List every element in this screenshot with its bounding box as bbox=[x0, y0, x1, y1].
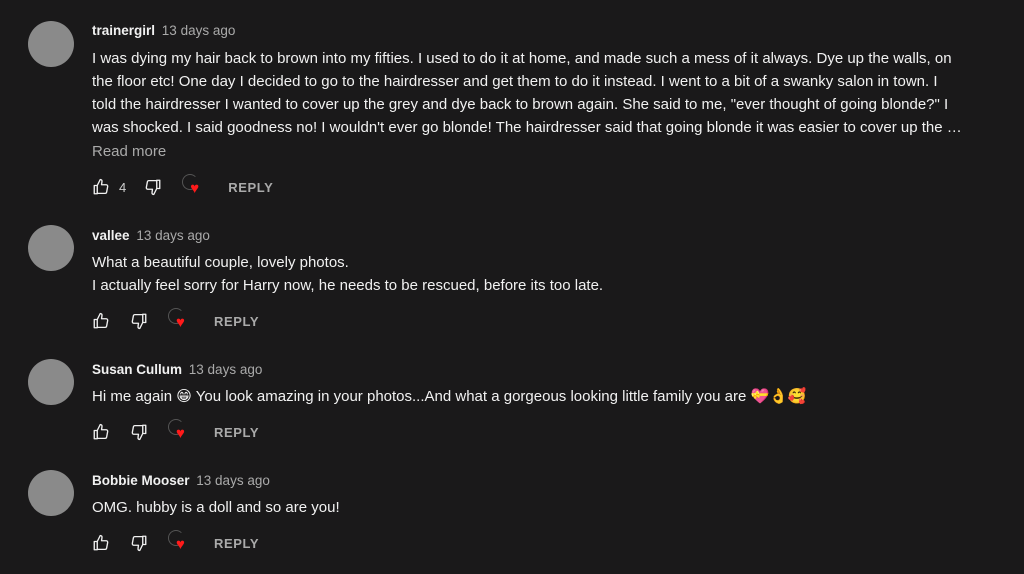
comment-text: Hi me again 😁 You look amazing in your p… bbox=[92, 385, 1012, 408]
comment-actions: ♥ REPLY bbox=[92, 419, 259, 445]
comment-text: OMG. hubby is a doll and so are you! bbox=[92, 496, 1012, 519]
creator-heart: ♥ bbox=[180, 174, 206, 200]
comment-actions: ♥ REPLY bbox=[92, 308, 259, 334]
comment-line: What a beautiful couple, lovely photos. bbox=[92, 254, 349, 271]
heart-icon: ♥ bbox=[176, 536, 185, 553]
thumbs-up-icon bbox=[92, 312, 110, 330]
author-name[interactable]: trainergirl bbox=[92, 23, 155, 38]
comment-line: I was dying my hair back to brown into m… bbox=[92, 50, 952, 67]
creator-heart: ♥ bbox=[166, 530, 192, 556]
heart-icon: ♥ bbox=[176, 425, 185, 442]
comment-header: Bobbie Mooser 13 days ago bbox=[92, 473, 270, 488]
emoji-group: 💝👌🥰 bbox=[750, 388, 807, 405]
reply-button[interactable]: REPLY bbox=[214, 425, 259, 440]
thumbs-down-icon bbox=[144, 178, 162, 196]
reply-button[interactable]: REPLY bbox=[214, 314, 259, 329]
reply-button[interactable]: REPLY bbox=[228, 180, 273, 195]
comment-header: vallee 13 days ago bbox=[92, 228, 210, 243]
comment-timestamp[interactable]: 13 days ago bbox=[196, 473, 270, 488]
dislike-button[interactable] bbox=[130, 312, 148, 330]
like-button[interactable] bbox=[92, 534, 110, 552]
comment-text-part: Hi me again bbox=[92, 388, 177, 405]
comment-actions: 4 ♥ REPLY bbox=[92, 174, 273, 200]
avatar[interactable] bbox=[28, 359, 74, 405]
thumbs-down-icon bbox=[130, 423, 148, 441]
like-button[interactable] bbox=[92, 423, 110, 441]
comment-line: was shocked. I said goodness no! I would… bbox=[92, 119, 962, 136]
comment-text-part: You look amazing in your photos...And wh… bbox=[191, 388, 751, 405]
dislike-button[interactable] bbox=[130, 423, 148, 441]
creator-heart: ♥ bbox=[166, 419, 192, 445]
comment-line: told the hairdresser I wanted to cover u… bbox=[92, 96, 949, 113]
like-button[interactable] bbox=[92, 312, 110, 330]
author-name[interactable]: vallee bbox=[92, 228, 130, 243]
thumbs-up-icon bbox=[92, 534, 110, 552]
comment-header: Susan Cullum 13 days ago bbox=[92, 362, 262, 377]
comment-timestamp[interactable]: 13 days ago bbox=[189, 362, 263, 377]
comment-actions: ♥ REPLY bbox=[92, 530, 259, 556]
author-name[interactable]: Bobbie Mooser bbox=[92, 473, 190, 488]
creator-heart: ♥ bbox=[166, 308, 192, 334]
like-count: 4 bbox=[119, 179, 127, 195]
comment-line: Hi me again 😁 You look amazing in your p… bbox=[92, 385, 1012, 408]
avatar[interactable] bbox=[28, 225, 74, 271]
reply-button[interactable]: REPLY bbox=[214, 536, 259, 551]
comment-timestamp[interactable]: 13 days ago bbox=[136, 228, 210, 243]
thumbs-up-icon bbox=[92, 423, 110, 441]
thumbs-down-icon bbox=[130, 534, 148, 552]
comment-line: OMG. hubby is a doll and so are you! bbox=[92, 499, 340, 516]
avatar[interactable] bbox=[28, 21, 74, 67]
like-button[interactable] bbox=[92, 178, 110, 196]
comment-line: I actually feel sorry for Harry now, he … bbox=[92, 277, 604, 294]
author-name[interactable]: Susan Cullum bbox=[92, 362, 182, 377]
comment-timestamp[interactable]: 13 days ago bbox=[162, 23, 236, 38]
comment-header: trainergirl 13 days ago bbox=[92, 23, 235, 38]
comment-text: I was dying my hair back to brown into m… bbox=[92, 47, 1012, 139]
avatar[interactable] bbox=[28, 470, 74, 516]
comment-line: the floor etc! One day I decided to go t… bbox=[92, 73, 938, 90]
heart-icon: ♥ bbox=[176, 314, 185, 331]
dislike-button[interactable] bbox=[144, 178, 162, 196]
comment-text: What a beautiful couple, lovely photos. … bbox=[92, 251, 1012, 297]
thumbs-up-icon bbox=[92, 178, 110, 196]
dislike-button[interactable] bbox=[130, 534, 148, 552]
thumbs-down-icon bbox=[130, 312, 148, 330]
read-more-button[interactable]: Read more bbox=[92, 143, 166, 160]
grinning-emoji: 😁 bbox=[176, 388, 192, 405]
heart-icon: ♥ bbox=[190, 180, 200, 197]
